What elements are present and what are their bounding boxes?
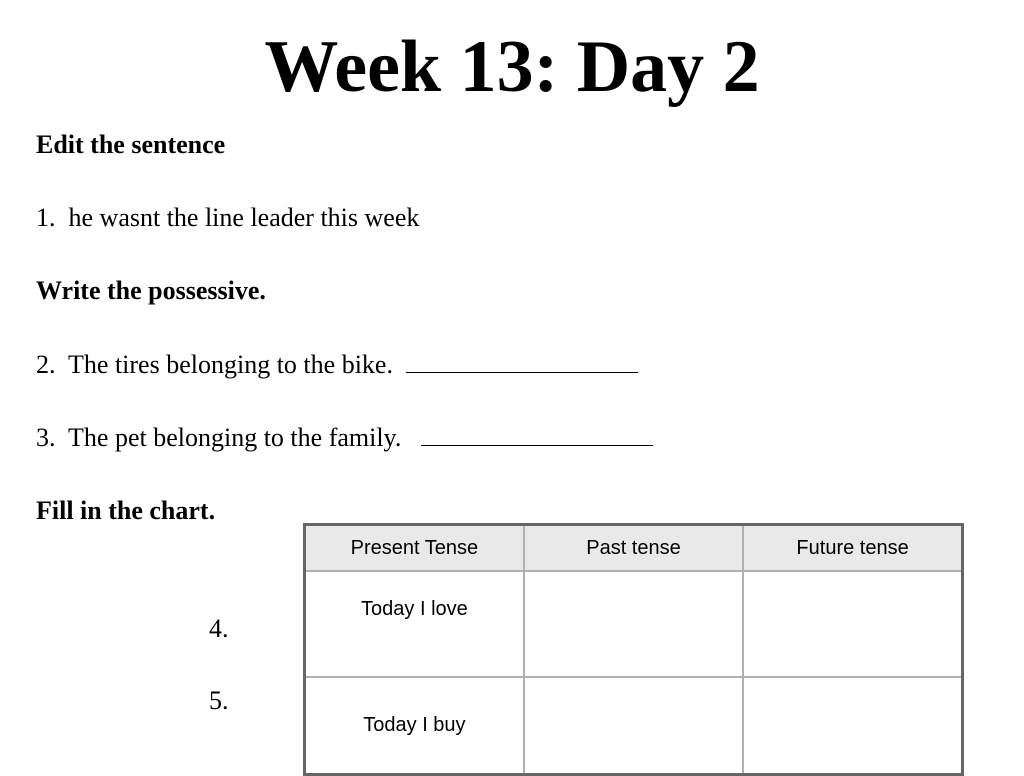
table-row: Today I buy (303, 676, 964, 776)
question-number: 2. (36, 350, 56, 379)
question-text: The tires belonging to the bike. (68, 350, 393, 379)
header-future-tense: Future tense (742, 523, 964, 572)
cell-present: Today I buy (303, 676, 525, 776)
header-present-tense: Present Tense (303, 523, 525, 572)
table-header-row: Present Tense Past tense Future tense (303, 523, 964, 572)
section-heading-chart: Fill in the chart. (36, 496, 216, 525)
table-row: Today I love (303, 570, 964, 678)
cell-past[interactable] (522, 570, 745, 678)
tense-chart: Present Tense Past tense Future tense To… (303, 523, 964, 776)
page-title: Week 13: Day 2 (264, 26, 760, 108)
header-past-tense: Past tense (522, 523, 745, 572)
question-number: 1. (36, 203, 56, 232)
cell-present: Today I love (303, 570, 525, 678)
question-2: 2. The tires belonging to the bike. (36, 350, 638, 380)
row-number-4: 4. (209, 614, 229, 643)
question-text: The pet belonging to the family. (68, 423, 402, 452)
cell-future[interactable] (742, 570, 964, 678)
row-number-5: 5. (209, 686, 229, 715)
question-1: 1. he wasnt the line leader this week (36, 203, 419, 233)
cell-past[interactable] (522, 676, 745, 776)
section-heading-edit: Edit the sentence (36, 130, 226, 159)
question-text: he wasnt the line leader this week (68, 203, 420, 232)
question-3: 3. The pet belonging to the family. (36, 423, 653, 453)
answer-blank[interactable] (420, 423, 653, 446)
answer-blank[interactable] (405, 350, 638, 373)
cell-future[interactable] (742, 676, 964, 776)
section-heading-possessive: Write the possessive. (36, 276, 266, 305)
question-number: 3. (36, 423, 56, 452)
